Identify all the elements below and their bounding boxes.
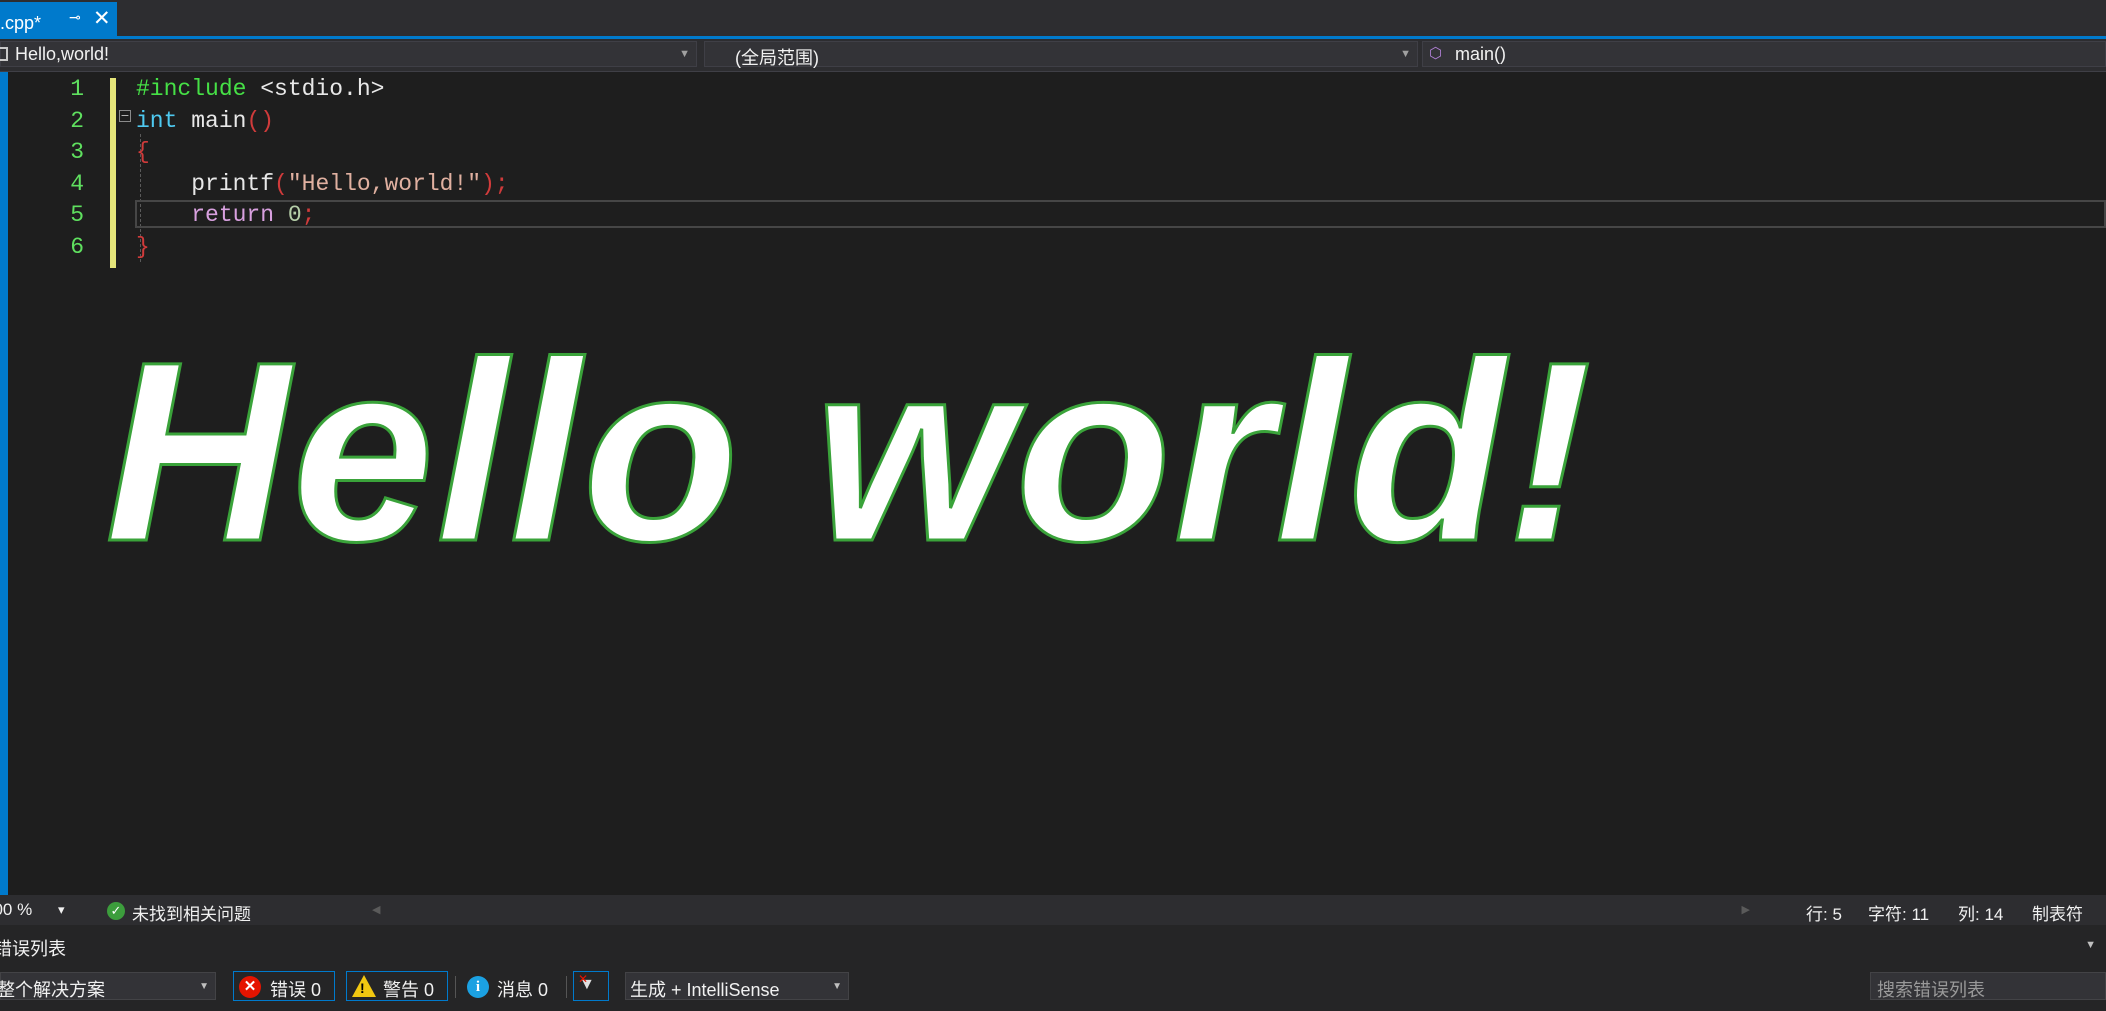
scope-dropdown[interactable]: (全局范围) ▼ <box>704 41 1418 68</box>
open-brace: { <box>136 139 150 165</box>
hello-world-overlay: Hello world! <box>104 309 1594 595</box>
string-literal: "Hello,world!" <box>287 171 482 197</box>
line-number: 2 <box>70 108 84 134</box>
filter-button[interactable]: ✕ ▼ <box>573 971 609 1001</box>
document-tab[interactable]: 源.cpp* ⊸ ✕ <box>0 2 117 36</box>
error-icon: ✕ <box>239 976 261 998</box>
member-label: main() <box>1455 44 1507 64</box>
parentheses: () <box>246 108 275 134</box>
chevron-down-icon[interactable]: ▾ <box>58 902 65 918</box>
messages-count: 消息 0 <box>497 980 549 1000</box>
messages-toggle-button[interactable]: i 消息 0 <box>462 971 562 1001</box>
function-call: printf <box>191 171 275 197</box>
code-line-2: int main() <box>136 108 274 134</box>
build-filter-label: 生成 + IntelliSense <box>630 980 780 1000</box>
navigation-bar: Hello,world! ▼ (全局范围) ▼ ⬡ main() <box>0 39 2106 72</box>
errors-count: 错误 0 <box>270 980 322 1000</box>
current-line-highlight <box>135 200 2106 228</box>
preprocessor-directive: #include <box>136 76 247 102</box>
method-icon: ⬡ <box>1429 45 1443 62</box>
code-line-3: { <box>136 139 150 165</box>
scroll-left-icon[interactable]: ◀ <box>372 903 380 916</box>
editor-status-strip: 100 % ▾ ✓ 未找到相关问题 ◀ ▶ 行: 5 字符: 11 列: 14 … <box>0 895 2106 925</box>
error-list-panel: 错误列表 ▼ 整个解决方案 ▼ ✕ 错误 0 ! 警告 0 i 消息 0 ✕ ▼ … <box>0 925 2106 1011</box>
tabs-indicator[interactable]: 制表符 <box>2032 900 2083 925</box>
check-circle-icon: ✓ <box>107 902 125 920</box>
open-paren: ( <box>274 171 288 197</box>
document-tab-strip: 源.cpp* ⊸ ✕ <box>0 0 2106 36</box>
char-indicator[interactable]: 字符: 11 <box>1868 900 1929 925</box>
code-line-1: #include <stdio.h> <box>136 76 384 102</box>
scope-filter-dropdown[interactable]: 整个解决方案 ▼ <box>0 972 216 1000</box>
info-icon: i <box>467 976 489 998</box>
error-list-toolbar: 整个解决方案 ▼ ✕ 错误 0 ! 警告 0 i 消息 0 ✕ ▼ 生成 + In… <box>0 968 2106 1008</box>
scroll-right-icon[interactable]: ▶ <box>1742 903 1750 916</box>
errors-toggle-button[interactable]: ✕ 错误 0 <box>233 971 335 1001</box>
return-keyword: return <box>191 202 275 228</box>
filter-icon: ✕ ▼ <box>578 972 595 993</box>
line-number: 1 <box>70 76 84 102</box>
warnings-count: 警告 0 <box>383 980 435 1000</box>
column-indicator[interactable]: 列: 14 <box>1958 900 2003 925</box>
horizontal-scrollbar[interactable]: ◀ ▶ <box>372 903 1750 917</box>
chevron-down-icon: ▼ <box>832 981 842 992</box>
editor-left-margin <box>0 72 8 895</box>
pin-icon[interactable]: ⊸ <box>69 9 81 26</box>
project-label: Hello,world! <box>15 44 110 64</box>
project-icon <box>0 47 8 61</box>
line-number: 3 <box>70 139 84 165</box>
error-list-title: 错误列表 <box>0 939 66 959</box>
line-number: 6 <box>70 234 84 260</box>
scope-label: (全局范围) <box>735 48 819 68</box>
search-placeholder: 搜索错误列表 <box>1877 980 1985 1000</box>
change-tracking-bar <box>110 78 116 268</box>
project-dropdown[interactable]: Hello,world! ▼ <box>0 41 697 67</box>
line-number: 4 <box>70 171 84 197</box>
include-target: <stdio.h> <box>246 76 385 102</box>
line-number: 5 <box>70 202 84 228</box>
toolbar-separator <box>455 976 456 998</box>
chevron-down-icon: ▼ <box>1400 48 1411 60</box>
build-filter-dropdown[interactable]: 生成 + IntelliSense ▼ <box>625 972 849 1000</box>
warning-mark: ! <box>360 980 365 996</box>
line-indicator[interactable]: 行: 5 <box>1806 900 1842 925</box>
code-line-5: return 0; <box>136 202 315 228</box>
issues-status[interactable]: 未找到相关问题 <box>132 900 251 925</box>
toolbar-separator <box>566 976 567 998</box>
chevron-down-icon: ▼ <box>199 981 209 992</box>
close-paren: ); <box>481 171 509 197</box>
scope-filter-label: 整个解决方案 <box>0 980 105 1000</box>
function-name: main <box>177 108 247 134</box>
collapse-icon[interactable]: − <box>119 110 131 122</box>
chevron-down-icon: ▼ <box>679 48 690 60</box>
type-keyword: int <box>136 108 178 134</box>
member-dropdown[interactable]: ⬡ main() <box>1422 41 2106 67</box>
warnings-toggle-button[interactable]: ! 警告 0 <box>346 971 448 1001</box>
close-brace: } <box>136 234 150 260</box>
close-icon[interactable]: ✕ <box>93 6 111 31</box>
semicolon: ; <box>301 202 316 228</box>
zoom-level[interactable]: 100 % <box>0 900 32 920</box>
code-editor[interactable]: 1 2 3 4 5 6 − #include <stdio.h> int mai… <box>0 72 2106 895</box>
number-literal: 0 <box>274 202 302 228</box>
code-line-6: } <box>136 234 150 260</box>
error-search-input[interactable]: 搜索错误列表 <box>1870 972 2106 1000</box>
tab-title: 源.cpp* <box>0 13 42 33</box>
code-line-4: printf("Hello,world!"); <box>136 171 509 197</box>
chevron-down-icon[interactable]: ▼ <box>2085 939 2096 951</box>
